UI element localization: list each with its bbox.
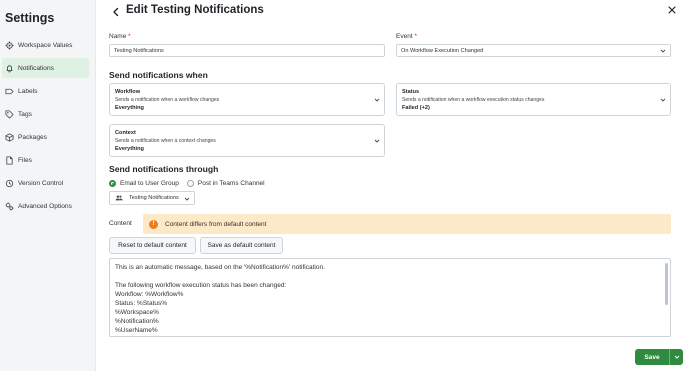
save-button[interactable]: Save <box>635 349 669 365</box>
content-line: Workflow: %Workflow% <box>115 291 184 298</box>
content-line: %Workspace% <box>115 309 159 316</box>
sidebar-item-label: Workspace Values <box>18 41 73 49</box>
sidebar-item-tags[interactable]: Tags <box>2 104 89 124</box>
sidebar-item-labels[interactable]: Labels <box>2 81 89 101</box>
sidebar: Settings Workspace Values Notifications … <box>0 0 96 371</box>
users-icon <box>115 195 123 201</box>
close-button[interactable] <box>666 4 678 16</box>
radio-email-user-group[interactable] <box>109 180 116 187</box>
event-select[interactable]: On Workflow Execution Changed <box>396 44 671 57</box>
card-description: Sends a notification when a context chan… <box>115 138 216 144</box>
radio-label: Email to User Group <box>120 180 179 187</box>
content-textarea[interactable]: This is an automatic message, based on t… <box>109 258 671 337</box>
sidebar-item-version-control[interactable]: Version Control <box>2 173 89 193</box>
user-group-value: Testing Notifications <box>129 195 179 201</box>
alert-text: Content differs from default content <box>165 220 267 228</box>
package-icon <box>5 132 14 142</box>
card-description: Sends a notification when a workflow exe… <box>402 97 545 103</box>
sidebar-item-advanced-options[interactable]: Advanced Options <box>2 196 89 216</box>
event-select-value: On Workflow Execution Changed <box>401 47 484 54</box>
chevron-down-icon <box>374 98 380 102</box>
required-marker: * <box>414 33 417 40</box>
bell-icon <box>5 64 14 73</box>
sidebar-item-label: Tags <box>18 110 32 118</box>
content-line <box>115 272 665 281</box>
send-through-title: Send notifications through <box>109 164 219 174</box>
chevron-down-icon <box>674 355 679 359</box>
card-description: Sends a notification when a workflow cha… <box>115 97 220 103</box>
content-label: Content <box>109 220 132 227</box>
chevron-left-icon <box>113 7 119 17</box>
sidebar-item-label: Files <box>18 156 32 164</box>
sidebar-item-label: Advanced Options <box>18 202 72 210</box>
card-title: Context <box>115 130 136 136</box>
card-value: Everything <box>115 105 144 111</box>
sidebar-item-packages[interactable]: Packages <box>2 127 89 147</box>
save-default-content-button[interactable]: Save as default content <box>200 237 283 254</box>
sidebar-item-label: Packages <box>18 133 47 141</box>
content-differs-alert: ! Content differs from default content <box>143 214 671 234</box>
channel-radio-group: Email to User Group Post in Teams Channe… <box>109 180 265 187</box>
tag-icon <box>5 109 14 119</box>
user-group-select[interactable]: Testing Notifications <box>109 191 195 205</box>
version-control-icon <box>5 179 14 188</box>
back-button[interactable] <box>110 5 122 19</box>
sidebar-item-notifications[interactable]: Notifications <box>2 58 89 78</box>
chevron-down-icon <box>660 49 666 53</box>
save-split-button: Save <box>635 349 683 365</box>
send-when-title: Send notifications when <box>109 70 208 80</box>
advanced-options-icon <box>5 202 14 211</box>
card-title: Status <box>402 89 420 95</box>
content-line: %Notification% <box>115 318 159 325</box>
sidebar-item-workspace-values[interactable]: Workspace Values <box>2 35 89 55</box>
chevron-down-icon <box>374 139 380 143</box>
sidebar-item-label: Notifications <box>18 64 54 72</box>
content-line: %UserName% <box>115 327 158 334</box>
name-label: Name * <box>109 33 131 40</box>
label-icon <box>5 87 14 96</box>
content-line: This is an automatic message, based on t… <box>115 264 325 271</box>
context-card[interactable]: Context Sends a notification when a cont… <box>109 124 385 157</box>
content-line: Status: %Status% <box>115 300 168 307</box>
card-title: Workflow <box>115 89 141 95</box>
sidebar-item-label: Version Control <box>18 179 64 187</box>
save-options-button[interactable] <box>669 349 683 365</box>
card-value: Everything <box>115 146 144 152</box>
chevron-down-icon <box>184 197 190 201</box>
main-panel: Edit Testing Notifications Name * Testin… <box>96 0 688 371</box>
gear-icon <box>5 40 14 50</box>
workflow-card[interactable]: Workflow Sends a notification when a wor… <box>109 83 385 116</box>
reset-default-content-button[interactable]: Reset to default content <box>109 237 196 254</box>
radio-teams-channel[interactable] <box>186 180 194 187</box>
required-marker: * <box>128 33 131 40</box>
sidebar-item-label: Labels <box>18 87 38 95</box>
file-icon <box>5 155 14 165</box>
page-title: Edit Testing Notifications <box>126 4 264 16</box>
event-label: Event * <box>396 33 417 40</box>
sidebar-item-files[interactable]: Files <box>2 150 89 170</box>
card-value: Failed (+2) <box>402 105 430 111</box>
status-card[interactable]: Status Sends a notification when a workf… <box>396 83 671 116</box>
chevron-down-icon <box>660 98 666 102</box>
radio-label: Post in Teams Channel <box>197 180 265 187</box>
textarea-scrollbar[interactable] <box>665 263 668 305</box>
content-line: The following workflow execution status … <box>115 282 287 289</box>
warning-icon: ! <box>149 219 158 229</box>
close-icon <box>668 6 676 14</box>
name-input[interactable]: Testing Notifications <box>109 44 385 57</box>
sidebar-title: Settings <box>5 11 55 25</box>
